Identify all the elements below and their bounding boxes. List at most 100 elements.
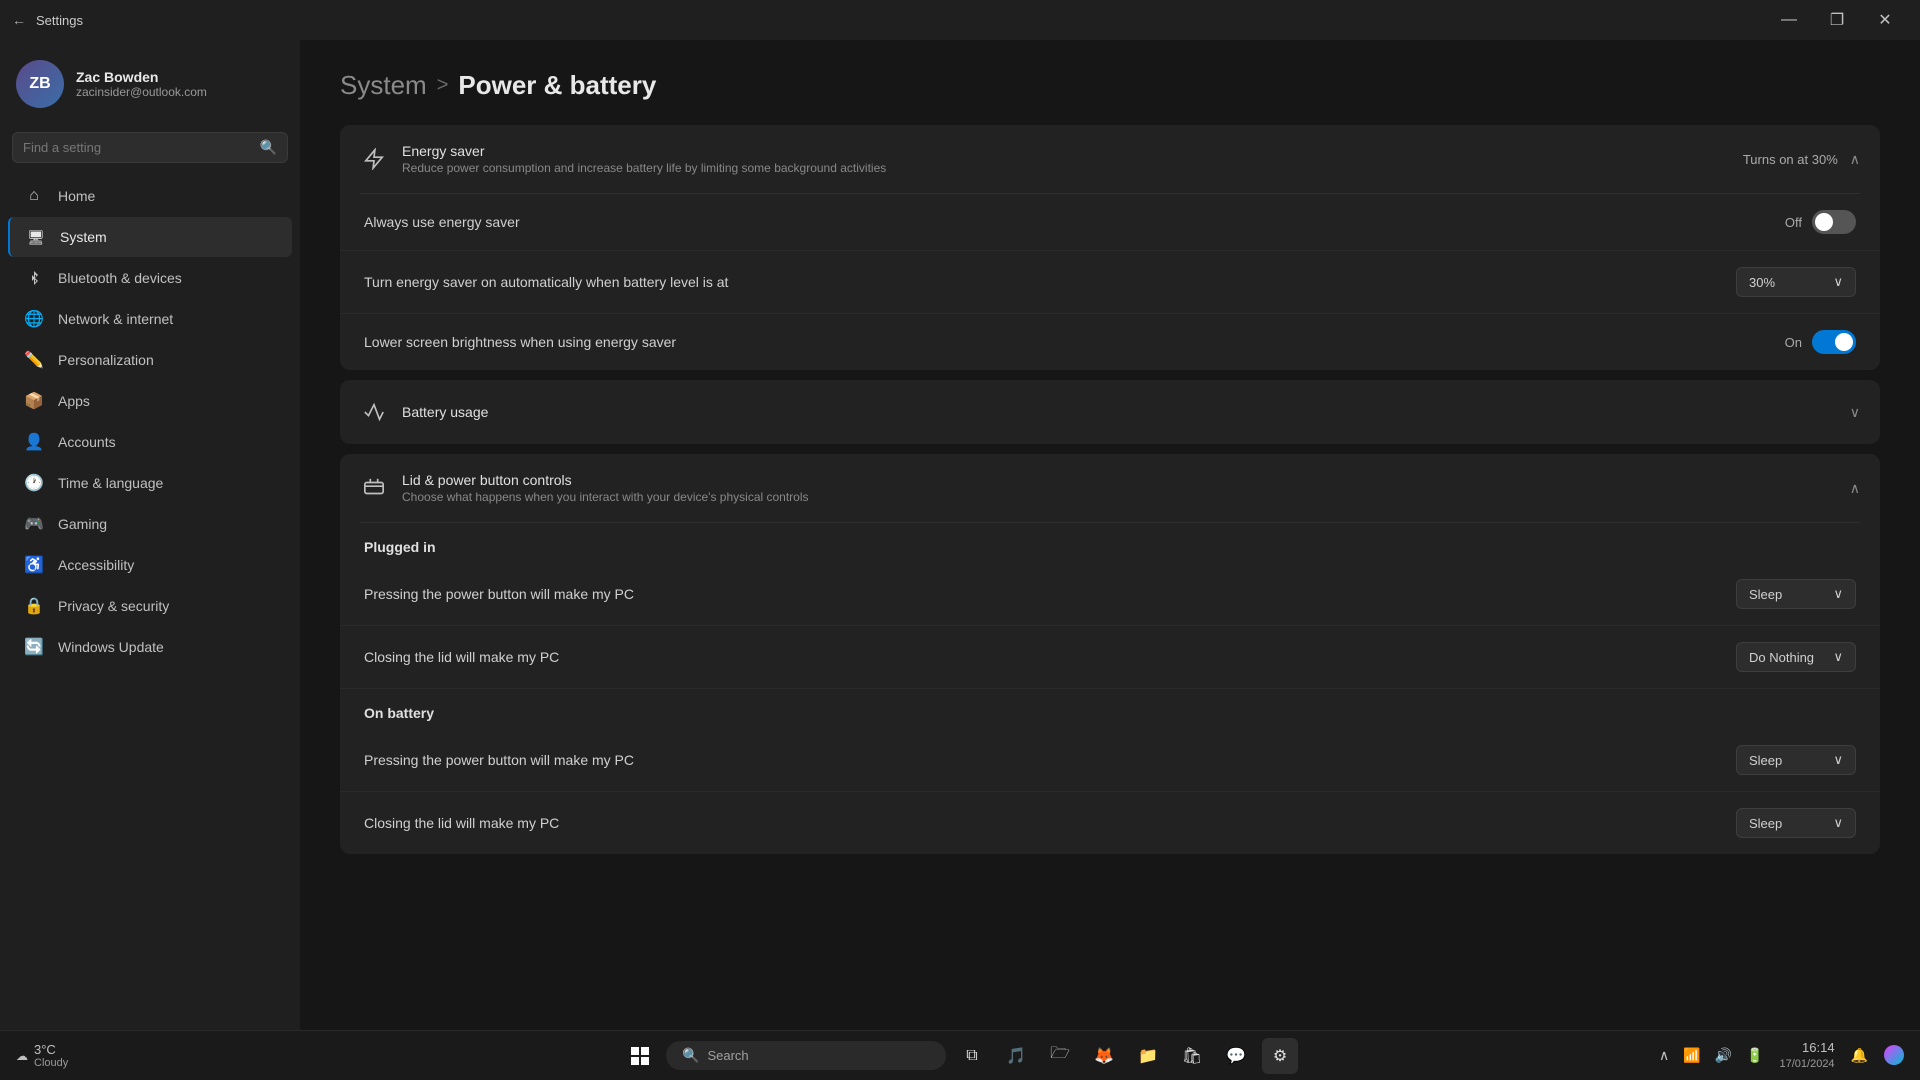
- auto-turn-on-row: Turn energy saver on automatically when …: [340, 251, 1880, 314]
- sidebar-item-home-label: Home: [58, 188, 95, 204]
- sidebar-item-privacy[interactable]: 🔒 Privacy & security: [8, 586, 292, 626]
- brightness-toggle-wrapper: On: [1785, 330, 1856, 354]
- energy-saver-header-value: Turns on at 30%: [1743, 152, 1838, 167]
- sidebar-item-apps[interactable]: 📦 Apps: [8, 381, 292, 421]
- taskbar-search-text: Search: [707, 1048, 748, 1063]
- user-email: zacinsider@outlook.com: [76, 85, 207, 99]
- energy-saver-title: Energy saver: [402, 143, 886, 159]
- battery-usage-header[interactable]: Battery usage ∨: [340, 380, 1880, 444]
- taskbar-icon-store[interactable]: 🛍: [1174, 1038, 1210, 1074]
- close-button[interactable]: ✕: [1862, 4, 1908, 36]
- plugged-lid-dropdown[interactable]: Do Nothing ∨: [1736, 642, 1856, 672]
- lid-power-header[interactable]: Lid & power button controls Choose what …: [340, 454, 1880, 522]
- chat-icon: 💬: [1226, 1046, 1246, 1066]
- sidebar-item-personalization[interactable]: ✏️ Personalization: [8, 340, 292, 380]
- app-body: ZB Zac Bowden zacinsider@outlook.com 🔍 ⌂…: [0, 40, 1920, 1030]
- back-icon[interactable]: ←: [12, 12, 26, 28]
- auto-turn-on-dropdown[interactable]: 30% ∨: [1736, 267, 1856, 297]
- taskbar-icon-browser[interactable]: 🦊: [1086, 1038, 1122, 1074]
- plugged-power-chevron: ∨: [1833, 586, 1843, 602]
- lower-brightness-row: Lower screen brightness when using energ…: [340, 314, 1880, 370]
- user-info: Zac Bowden zacinsider@outlook.com: [76, 69, 207, 99]
- battery-lid-value: Sleep: [1749, 816, 1782, 831]
- plugged-lid-chevron: ∨: [1833, 649, 1843, 665]
- taskbar-icon-settings[interactable]: ⚙: [1262, 1038, 1298, 1074]
- plugged-power-row: Pressing the power button will make my P…: [340, 563, 1880, 626]
- plugged-power-value: Sleep: [1749, 587, 1782, 602]
- search-box[interactable]: 🔍: [12, 132, 288, 163]
- battery-icon[interactable]: 🔋: [1742, 1043, 1767, 1068]
- user-name: Zac Bowden: [76, 69, 207, 85]
- battery-usage-header-left: Battery usage: [360, 398, 488, 426]
- lid-power-title-group: Lid & power button controls Choose what …: [402, 472, 809, 504]
- lid-power-subtitle: Choose what happens when you interact wi…: [402, 490, 809, 504]
- notification-icon[interactable]: 🔔: [1847, 1043, 1872, 1068]
- sidebar-item-bluetooth-label: Bluetooth & devices: [58, 270, 182, 286]
- taskbar-icon-media[interactable]: 🎵: [998, 1038, 1034, 1074]
- battery-power-row: Pressing the power button will make my P…: [340, 729, 1880, 792]
- tray-chevron[interactable]: ∧: [1655, 1043, 1673, 1068]
- battery-lid-chevron: ∨: [1833, 815, 1843, 831]
- apps-icon: 📦: [24, 391, 44, 411]
- sidebar-item-gaming[interactable]: 🎮 Gaming: [8, 504, 292, 544]
- taskbar-icon-folder[interactable]: 📁: [1130, 1038, 1166, 1074]
- breadcrumb-parent[interactable]: System: [340, 70, 427, 101]
- sidebar-item-home[interactable]: ⌂ Home: [8, 176, 292, 216]
- sidebar-item-accounts[interactable]: 👤 Accounts: [8, 422, 292, 462]
- sidebar-item-update[interactable]: 🔄 Windows Update: [8, 627, 292, 667]
- plugged-power-dropdown[interactable]: Sleep ∨: [1736, 579, 1856, 609]
- color-swatch-icon[interactable]: [1884, 1045, 1904, 1065]
- nav-list: ⌂ Home 🖥 System Bluetooth & devices 🌐: [0, 175, 300, 668]
- weather-condition: Cloudy: [34, 1057, 68, 1069]
- breadcrumb-current: Power & battery: [458, 70, 656, 101]
- battery-usage-chevron: ∨: [1850, 404, 1860, 421]
- start-button[interactable]: [622, 1038, 658, 1074]
- sidebar-item-accessibility-label: Accessibility: [58, 557, 134, 573]
- gaming-icon: 🎮: [24, 514, 44, 534]
- speaker-icon[interactable]: 🔊: [1711, 1043, 1736, 1068]
- on-battery-label: On battery: [340, 689, 1880, 729]
- sidebar-item-network[interactable]: 🌐 Network & internet: [8, 299, 292, 339]
- maximize-button[interactable]: ❐: [1814, 4, 1860, 36]
- brightness-toggle[interactable]: [1812, 330, 1856, 354]
- taskbar-icon-file[interactable]: 🗁: [1042, 1038, 1078, 1074]
- system-icon: 🖥: [26, 227, 46, 247]
- user-section[interactable]: ZB Zac Bowden zacinsider@outlook.com: [0, 40, 300, 124]
- update-icon: 🔄: [24, 637, 44, 657]
- personalization-icon: ✏️: [24, 350, 44, 370]
- minimize-button[interactable]: —: [1766, 4, 1812, 36]
- always-use-toggle[interactable]: [1812, 210, 1856, 234]
- sidebar-item-bluetooth[interactable]: Bluetooth & devices: [8, 258, 292, 298]
- task-view-button[interactable]: ⧉: [954, 1038, 990, 1074]
- taskbar-icon-chat[interactable]: 💬: [1218, 1038, 1254, 1074]
- energy-saver-icon: [360, 145, 388, 173]
- time-text: 16:14: [1780, 1039, 1835, 1057]
- energy-saver-header[interactable]: Energy saver Reduce power consumption an…: [340, 125, 1880, 193]
- search-input[interactable]: [23, 140, 260, 155]
- auto-turn-on-label: Turn energy saver on automatically when …: [364, 274, 728, 290]
- weather-icon: ☁: [16, 1049, 28, 1063]
- sidebar-item-gaming-label: Gaming: [58, 516, 107, 532]
- taskbar-search-bar[interactable]: 🔍 Search: [666, 1041, 946, 1070]
- task-view-icon: ⧉: [966, 1047, 977, 1065]
- folder-icon: 📁: [1138, 1046, 1158, 1066]
- battery-lid-dropdown[interactable]: Sleep ∨: [1736, 808, 1856, 838]
- search-icon: 🔍: [260, 139, 277, 156]
- battery-power-dropdown[interactable]: Sleep ∨: [1736, 745, 1856, 775]
- wifi-icon[interactable]: 📶: [1679, 1043, 1704, 1068]
- taskbar-center: 🔍 Search ⧉ 🎵 🗁 🦊 📁 🛍 💬 ⚙: [622, 1038, 1298, 1074]
- date-text: 17/01/2024: [1780, 1057, 1835, 1072]
- browser-icon: 🦊: [1094, 1046, 1114, 1066]
- sidebar-item-time[interactable]: 🕐 Time & language: [8, 463, 292, 503]
- settings-icon: ⚙: [1273, 1046, 1287, 1066]
- breadcrumb-separator: >: [437, 74, 449, 97]
- sidebar-item-personalization-label: Personalization: [58, 352, 154, 368]
- privacy-icon: 🔒: [24, 596, 44, 616]
- energy-saver-subtitle: Reduce power consumption and increase ba…: [402, 161, 886, 175]
- sidebar-item-system[interactable]: 🖥 System: [8, 217, 292, 257]
- energy-saver-card: Energy saver Reduce power consumption an…: [340, 125, 1880, 370]
- media-icon: 🎵: [1006, 1046, 1026, 1066]
- time-display[interactable]: 16:14 17/01/2024: [1780, 1039, 1835, 1073]
- sidebar-item-accessibility[interactable]: ♿ Accessibility: [8, 545, 292, 585]
- file-icon: 🗁: [1050, 1042, 1070, 1069]
